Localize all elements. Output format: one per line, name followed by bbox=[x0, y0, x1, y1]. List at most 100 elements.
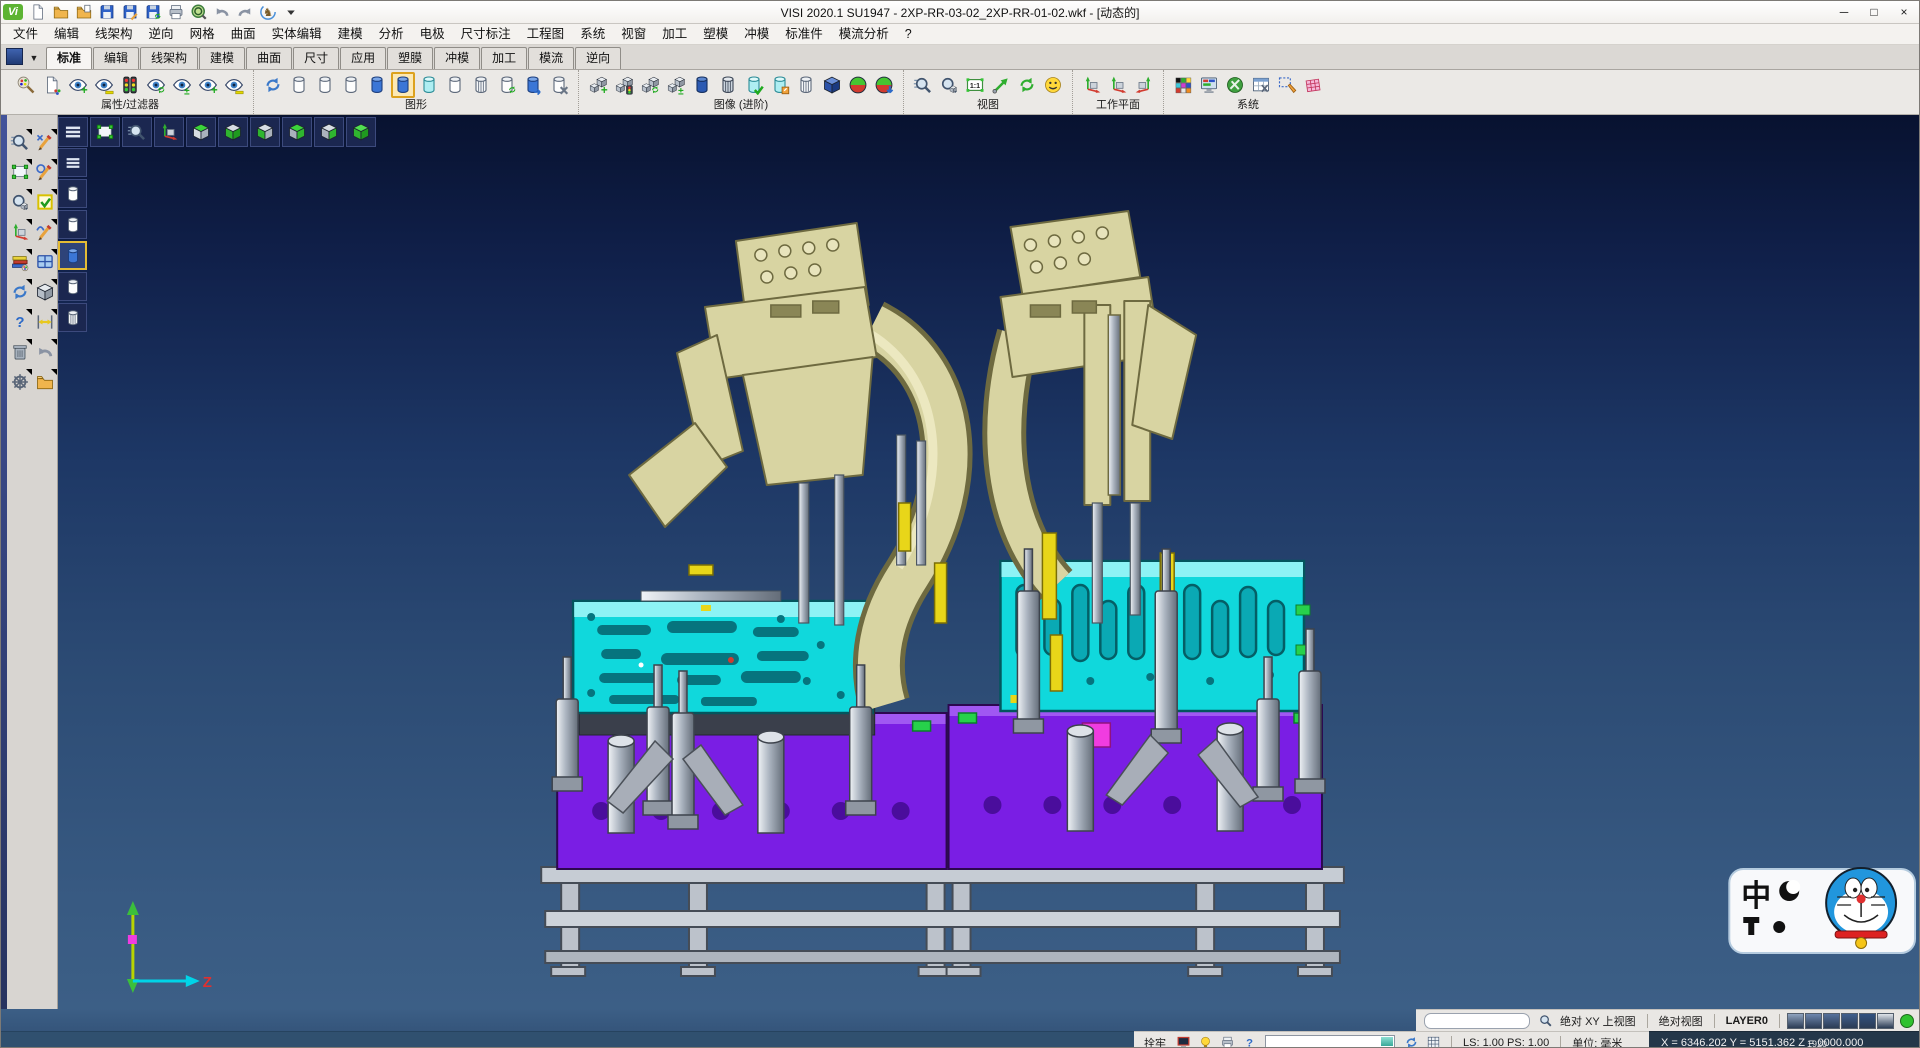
search-icon[interactable] bbox=[1535, 1012, 1555, 1030]
attributes-brush-button[interactable] bbox=[14, 72, 38, 98]
menu-item-12[interactable]: 工程图 bbox=[519, 24, 573, 44]
tab-4[interactable]: 建模 bbox=[199, 47, 245, 69]
quick-print-button[interactable] bbox=[1217, 1034, 1237, 1048]
sketch-circle-button[interactable] bbox=[33, 159, 57, 184]
view-menu-button[interactable] bbox=[58, 117, 88, 147]
menu-item-2[interactable]: 编辑 bbox=[46, 24, 87, 44]
menu-item-16[interactable]: 塑模 bbox=[695, 24, 736, 44]
advanced-state-button[interactable] bbox=[612, 72, 636, 98]
color-swatch-5[interactable] bbox=[1859, 1013, 1876, 1029]
tab-8[interactable]: 塑膜 bbox=[387, 47, 433, 69]
tab-11[interactable]: 模流 bbox=[528, 47, 574, 69]
strip-wireframe-button[interactable] bbox=[58, 179, 87, 208]
undo-button[interactable] bbox=[211, 2, 233, 22]
search-input[interactable] bbox=[1424, 1013, 1530, 1029]
color-swatch-1[interactable] bbox=[1787, 1013, 1804, 1029]
color-swatch-6[interactable] bbox=[1877, 1013, 1894, 1029]
menu-item-7[interactable]: 实体编辑 bbox=[264, 24, 330, 44]
regen-button[interactable] bbox=[8, 279, 32, 304]
document-icon[interactable] bbox=[6, 48, 23, 65]
zoom-dynamic-button[interactable] bbox=[911, 72, 935, 98]
new-document-button[interactable] bbox=[27, 2, 49, 22]
mesh-view-button[interactable] bbox=[469, 72, 493, 98]
close-button[interactable]: × bbox=[1889, 2, 1919, 22]
preview-button[interactable] bbox=[188, 2, 210, 22]
menu-item-20[interactable]: ? bbox=[897, 24, 920, 44]
advanced-refresh-button[interactable] bbox=[638, 72, 662, 98]
tab-10[interactable]: 加工 bbox=[481, 47, 527, 69]
hide-entities-button[interactable] bbox=[92, 72, 116, 98]
units-label[interactable]: 单位: 毫米 bbox=[1572, 1035, 1622, 1048]
invert-visibility-button[interactable]: ± bbox=[170, 72, 194, 98]
view-mode-label[interactable]: 绝对 XY 上视图 bbox=[1560, 1013, 1636, 1029]
system-monitor-button[interactable] bbox=[1197, 72, 1221, 98]
viewport-3d[interactable]: Z 中 bbox=[58, 115, 1919, 1009]
fit-view-button[interactable] bbox=[90, 117, 120, 147]
menu-item-15[interactable]: 加工 bbox=[654, 24, 695, 44]
redraw-button[interactable] bbox=[261, 72, 285, 98]
shaded-view-button[interactable] bbox=[365, 72, 389, 98]
advanced-invert-button[interactable]: ± bbox=[664, 72, 688, 98]
color-table-button[interactable] bbox=[1171, 72, 1195, 98]
color-swatch-4[interactable] bbox=[1841, 1013, 1858, 1029]
strip-mesh-button[interactable] bbox=[58, 303, 87, 332]
refresh-shading-button[interactable] bbox=[495, 72, 519, 98]
view-right-button[interactable] bbox=[314, 117, 344, 147]
zoom-1-1-button[interactable]: 1:1 bbox=[963, 72, 987, 98]
view-iso-button[interactable] bbox=[346, 117, 376, 147]
wire-display-button[interactable] bbox=[716, 72, 740, 98]
tab-1[interactable]: 标准 bbox=[46, 47, 92, 69]
strip-transparent-button[interactable] bbox=[58, 272, 87, 301]
menu-item-1[interactable]: 文件 bbox=[5, 24, 46, 44]
tab-dropdown-button[interactable]: ▼ bbox=[26, 49, 42, 67]
color-swatch-2[interactable] bbox=[1805, 1013, 1822, 1029]
view-front-button[interactable] bbox=[250, 117, 280, 147]
rotate-view-button[interactable] bbox=[1015, 72, 1039, 98]
save-button[interactable] bbox=[96, 2, 118, 22]
hidden-line-view-button[interactable] bbox=[313, 72, 337, 98]
refresh-status-button[interactable] bbox=[1401, 1034, 1421, 1048]
view-orient-button[interactable] bbox=[1041, 72, 1065, 98]
strip-shaded-button[interactable] bbox=[58, 241, 87, 270]
transparent-view-button[interactable] bbox=[417, 72, 441, 98]
grid-settings-button[interactable] bbox=[1301, 72, 1325, 98]
pan-button[interactable] bbox=[989, 72, 1013, 98]
insert-file-button[interactable] bbox=[73, 2, 95, 22]
grid-toggle-button[interactable] bbox=[1423, 1034, 1443, 1048]
refresh-visibility-button[interactable] bbox=[144, 72, 168, 98]
zoom-previous-button[interactable] bbox=[122, 117, 152, 147]
system-options-button[interactable] bbox=[1223, 72, 1247, 98]
sketch-curve-button[interactable] bbox=[33, 219, 57, 244]
save-as-button[interactable] bbox=[119, 2, 141, 22]
context-help-button[interactable]: ? bbox=[1239, 1034, 1259, 1048]
show-entities-button[interactable]: + bbox=[66, 72, 90, 98]
attributes-stack-button[interactable] bbox=[8, 249, 32, 274]
tab-3[interactable]: 线架构 bbox=[140, 47, 198, 69]
render-export-button[interactable] bbox=[872, 72, 896, 98]
solid-cube-button[interactable] bbox=[820, 72, 844, 98]
menu-item-4[interactable]: 逆向 bbox=[141, 24, 182, 44]
lock-toggle[interactable]: 拴牢 bbox=[1144, 1035, 1166, 1048]
strip-hidden-button[interactable] bbox=[58, 210, 87, 239]
menu-item-19[interactable]: 模流分析 bbox=[831, 24, 897, 44]
zoom-window-button[interactable] bbox=[937, 72, 961, 98]
tab-2[interactable]: 编辑 bbox=[93, 47, 139, 69]
solid-box-button[interactable] bbox=[33, 279, 57, 304]
minimize-button[interactable]: ─ bbox=[1829, 2, 1859, 22]
ucs-button[interactable] bbox=[8, 219, 32, 244]
tab-5[interactable]: 曲面 bbox=[246, 47, 292, 69]
menu-item-14[interactable]: 视窗 bbox=[613, 24, 654, 44]
shaded-edges-view-button[interactable] bbox=[391, 72, 415, 98]
menu-item-8[interactable]: 建模 bbox=[330, 24, 371, 44]
toolbar-options-button[interactable] bbox=[280, 2, 302, 22]
tab-9[interactable]: 冲模 bbox=[434, 47, 480, 69]
print-button[interactable] bbox=[165, 2, 187, 22]
tab-7[interactable]: 应用 bbox=[340, 47, 386, 69]
view-top-button[interactable] bbox=[186, 117, 216, 147]
window-select-button[interactable] bbox=[8, 159, 32, 184]
menu-item-6[interactable]: 曲面 bbox=[223, 24, 264, 44]
wireframe-solid-button[interactable] bbox=[443, 72, 467, 98]
snap-settings-button[interactable] bbox=[1195, 1034, 1215, 1048]
zoom-solids-button[interactable] bbox=[8, 189, 32, 214]
redo-button[interactable] bbox=[234, 2, 256, 22]
